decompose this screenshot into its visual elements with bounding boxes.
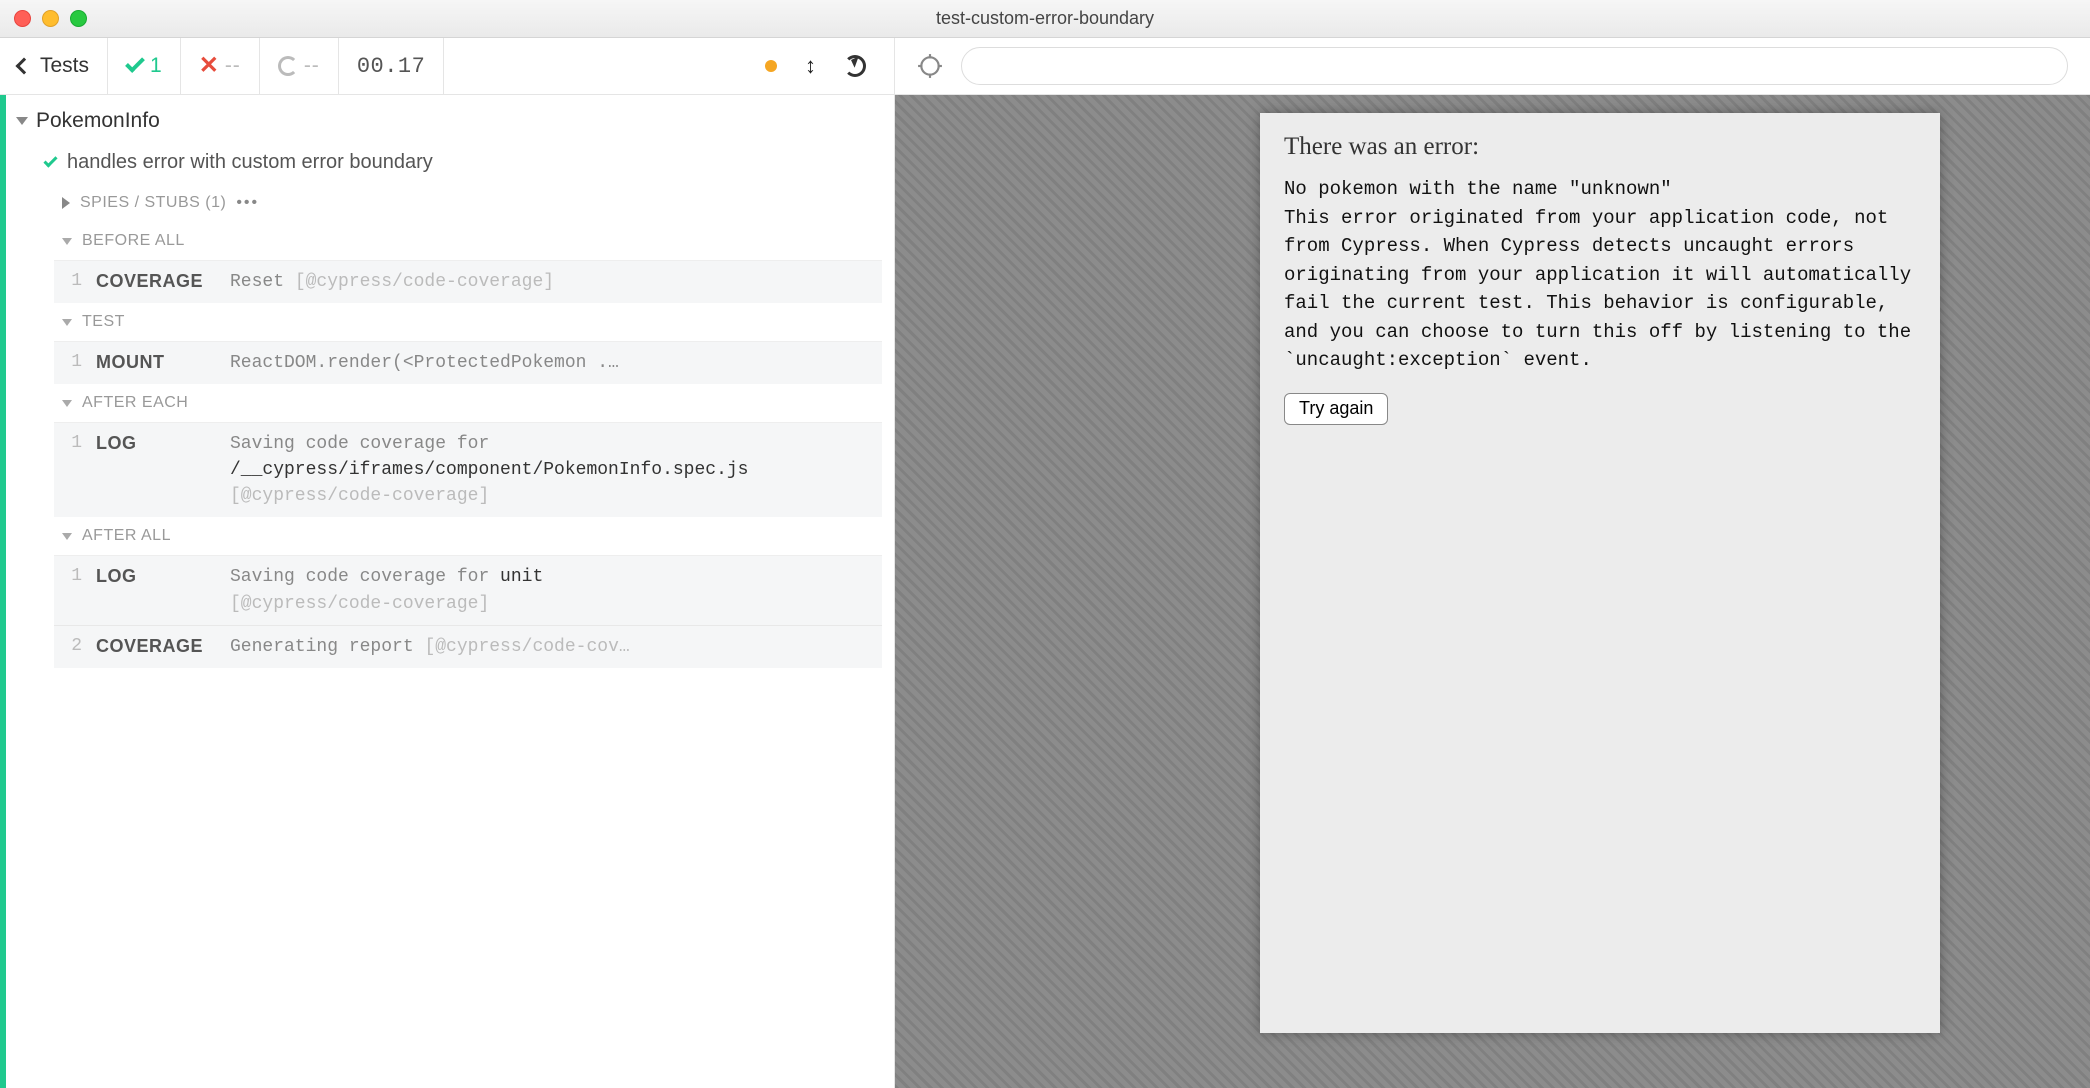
selector-playground-button[interactable] [917,53,943,79]
test-title-label: handles error with custom error boundary [67,151,433,174]
crosshair-icon [917,53,943,79]
command-message: Saving code coverage for unit [@cypress/… [230,564,872,616]
aut-viewport: There was an error: No pokemon with the … [895,95,2090,1088]
test-header[interactable]: handles error with custom error boundary [6,141,894,184]
command-message: Reset [@cypress/code-coverage] [230,269,872,295]
chevron-right-icon [62,197,70,209]
window-zoom-button[interactable] [70,10,87,27]
back-to-tests-button[interactable]: Tests [0,38,108,94]
suite-header[interactable]: PokemonInfo [6,95,894,141]
pending-count: -- [260,38,339,94]
back-label: Tests [40,54,89,78]
chevron-left-icon [16,58,33,75]
titlebar: test-custom-error-boundary [0,0,2090,38]
command-row[interactable]: 1 LOG Saving code coverage for /__cypres… [54,422,882,517]
command-row[interactable]: 1 MOUNT ReactDOM.render(<ProtectedPokemo… [54,341,882,384]
check-icon [125,53,145,73]
window-title: test-custom-error-boundary [0,8,2090,29]
hook-header[interactable]: AFTER ALL [54,517,882,555]
hook-header[interactable]: TEST [54,303,882,341]
fail-count: ✕ -- [181,38,260,94]
reporter-toolbar: Tests 1 ✕ -- -- 00.17 ↕ [0,38,894,95]
window-close-button[interactable] [14,10,31,27]
error-message: No pokemon with the name "unknown" This … [1284,175,1916,375]
command-row[interactable]: 2 COVERAGE Generating report [@cypress/c… [54,625,882,668]
status-dot-icon [765,60,777,72]
command-message: Saving code coverage for /__cypress/ifra… [230,431,872,509]
aut-panel: There was an error: No pokemon with the … [895,38,2090,1088]
rerun-button[interactable] [844,55,866,77]
auto-scroll-toggle[interactable]: ↕ [805,53,816,79]
aut-url-input[interactable] [961,47,2068,85]
spies-stubs-row[interactable]: SPIES / STUBS (1) ••• [54,184,882,222]
suite-name: PokemonInfo [36,109,160,133]
pass-count: 1 [108,38,181,94]
check-icon [43,153,57,167]
aut-url-bar [895,38,2090,95]
ellipsis-icon: ••• [236,194,259,212]
spinner-icon [278,56,298,76]
reporter-panel: Tests 1 ✕ -- -- 00.17 ↕ [0,38,895,1088]
command-message: Generating report [@cypress/code-cov… [230,634,872,660]
toolbar-right: ↕ [737,38,894,94]
test-duration: 00.17 [339,38,445,94]
window-minimize-button[interactable] [42,10,59,27]
command-row[interactable]: 1 COVERAGE Reset [@cypress/code-coverage… [54,260,882,303]
chevron-down-icon [62,400,72,407]
chevron-down-icon [62,319,72,326]
error-heading: There was an error: [1284,133,1916,161]
chevron-down-icon [16,117,28,125]
aut-iframe: There was an error: No pokemon with the … [1260,113,1940,1033]
hook-header[interactable]: AFTER EACH [54,384,882,422]
command-message: ReactDOM.render(<ProtectedPokemon .… [230,350,872,376]
command-list: SPIES / STUBS (1) ••• BEFORE ALL 1 COVER… [6,184,894,668]
chevron-down-icon [62,238,72,245]
command-log: PokemonInfo handles error with custom er… [0,95,894,1088]
traffic-lights [0,10,87,27]
chevron-down-icon [62,533,72,540]
hook-header[interactable]: BEFORE ALL [54,222,882,260]
try-again-button[interactable]: Try again [1284,393,1388,425]
command-row[interactable]: 1 LOG Saving code coverage for unit [@cy… [54,555,882,624]
x-icon: ✕ [199,54,219,78]
app-window: test-custom-error-boundary Tests 1 ✕ -- [0,0,2090,1088]
